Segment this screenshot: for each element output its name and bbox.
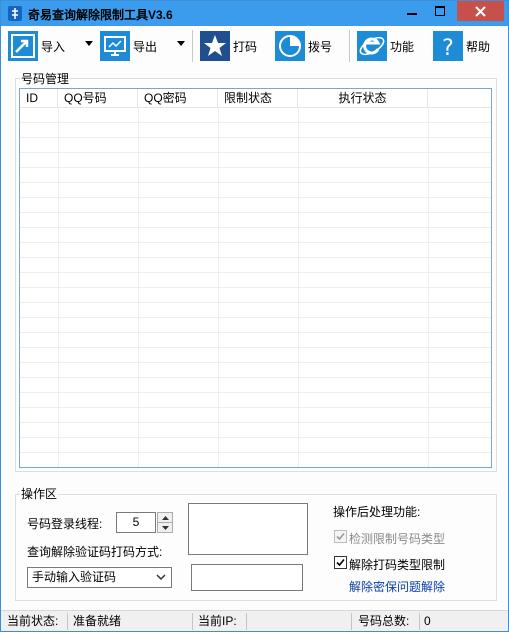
empty-grid-row [20, 408, 491, 423]
close-button[interactable] [457, 1, 504, 21]
column-header-qq-number[interactable]: QQ号码 [58, 89, 138, 108]
status-separator [67, 613, 68, 630]
function-button[interactable]: 功能 [356, 29, 414, 63]
unlock-security-link[interactable]: 解除密保问题解除 [349, 578, 445, 595]
empty-grid-row [20, 168, 491, 183]
empty-grid-row [20, 378, 491, 393]
unlock-captcha-checkbox[interactable] [334, 556, 347, 569]
column-header-limit-status[interactable]: 限制状态 [218, 89, 298, 108]
help-icon: ? [432, 30, 464, 62]
empty-grid-row [20, 213, 491, 228]
threads-input[interactable]: 5 [116, 512, 156, 533]
empty-grid-row [20, 333, 491, 348]
captcha-mode-label: 查询解除验证码打码方式: [27, 545, 163, 559]
dial-code-button[interactable]: 打码 [199, 29, 257, 63]
ie-icon [356, 30, 388, 62]
empty-grid-row [20, 183, 491, 198]
empty-grid-row [20, 393, 491, 408]
maximize-icon [435, 6, 445, 16]
toolbar-separator [192, 30, 193, 62]
toolbar-separator [349, 30, 350, 62]
threads-label: 号码登录线程: [27, 517, 103, 531]
status-separator [351, 613, 352, 630]
check-type-label: 检测限制号码类型 [349, 532, 446, 546]
close-icon [475, 5, 486, 17]
empty-grid-row [20, 258, 491, 273]
column-header-id[interactable]: ID [20, 89, 58, 108]
function-label: 功能 [390, 39, 415, 54]
empty-grid-row [20, 153, 491, 168]
help-label: 帮助 [466, 39, 491, 54]
threads-spinner[interactable] [157, 512, 173, 533]
dialup-button[interactable]: 拨号 [274, 29, 332, 63]
spin-down-button[interactable] [158, 523, 172, 533]
operation-title: 操作区 [20, 485, 59, 502]
monitor-icon [99, 30, 131, 62]
empty-grid-row [20, 423, 491, 438]
chevron-down-icon [156, 574, 166, 581]
empty-grid-row [20, 318, 491, 333]
import-icon [7, 30, 39, 62]
checkmark-icon [336, 532, 345, 541]
import-label: 导入 [41, 39, 66, 54]
help-button[interactable]: ? 帮助 [432, 29, 490, 63]
total-label: 号码总数: [358, 614, 410, 628]
spin-up-button[interactable] [158, 513, 172, 523]
checkmark-icon [336, 558, 345, 567]
empty-grid-row [20, 123, 491, 138]
status-value: 准备就绪 [73, 614, 122, 628]
dialup-label: 拨号 [308, 39, 333, 54]
maximize-button[interactable] [427, 1, 453, 21]
export-label: 导出 [133, 39, 158, 54]
empty-grid-row [20, 363, 491, 378]
export-dropdown-arrow[interactable] [177, 41, 185, 46]
import-button[interactable]: 导入 [7, 29, 65, 63]
number-management-title: 号码管理 [20, 70, 71, 87]
captcha-mode-value: 手动输入验证码 [32, 570, 117, 584]
empty-grid-row [20, 438, 491, 453]
status-separator [419, 613, 420, 630]
check-type-checkbox[interactable] [334, 530, 347, 543]
minimize-button[interactable] [399, 1, 425, 21]
triangle-down-icon [161, 526, 169, 530]
dial-code-label: 打码 [233, 39, 258, 54]
status-separator [192, 613, 193, 630]
export-button[interactable]: 导出 [99, 29, 157, 63]
empty-grid-row [20, 108, 491, 123]
window-title: 奇易查询解除限制工具V3.6 [28, 8, 173, 22]
unlock-captcha-label: 解除打码类型限制 [349, 558, 446, 572]
column-header-qq-password[interactable]: QQ密码 [138, 89, 218, 108]
empty-grid-row [20, 228, 491, 243]
app-icon [8, 6, 22, 21]
empty-grid-row [20, 273, 491, 288]
post-process-label: 操作后处理功能: [333, 505, 421, 519]
list-header: ID QQ号码 QQ密码 限制状态 执行状态 [20, 89, 491, 108]
number-list[interactable]: ID QQ号码 QQ密码 限制状态 执行状态 [19, 88, 492, 468]
status-bar: 当前状态: 准备就绪 当前IP: 号码总数: 0 [1, 610, 508, 631]
star-icon [199, 30, 231, 62]
empty-grid-row [20, 243, 491, 258]
status-label: 当前状态: [7, 614, 59, 628]
captcha-mode-select[interactable]: 手动输入验证码 [27, 567, 172, 588]
toolbar: 导入 导出 打码 拨号 功能 ? 帮助 [1, 26, 508, 66]
title-bar[interactable]: 奇易查询解除限制工具V3.6 [1, 1, 508, 26]
import-dropdown-arrow[interactable] [85, 41, 93, 46]
minimize-icon [407, 13, 417, 15]
captcha-input[interactable] [191, 564, 303, 591]
status-separator [246, 613, 247, 630]
empty-grid-row [20, 453, 491, 467]
triangle-up-icon [161, 515, 169, 520]
ip-label: 当前IP: [198, 614, 237, 628]
svg-text:?: ? [442, 36, 454, 61]
app-window: 奇易查询解除限制工具V3.6 导入 导出 打码 拨号 功能 ? 帮助 号码管理 … [0, 0, 509, 632]
pie-chart-icon [274, 30, 306, 62]
empty-grid-row [20, 303, 491, 318]
empty-grid-row [20, 348, 491, 363]
empty-grid-row [20, 288, 491, 303]
total-value: 0 [424, 614, 431, 628]
column-header-exec-status[interactable]: 执行状态 [298, 89, 428, 108]
empty-grid-row [20, 138, 491, 153]
captcha-image-box [188, 503, 308, 555]
empty-grid-row [20, 198, 491, 213]
